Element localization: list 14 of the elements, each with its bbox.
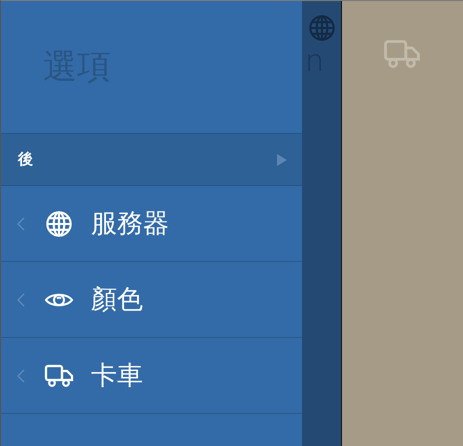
chevron-left-icon bbox=[17, 216, 25, 230]
globe-icon bbox=[45, 210, 73, 238]
chevron-left-icon bbox=[17, 368, 25, 382]
play-arrow-icon bbox=[277, 154, 287, 166]
back-label: 後 bbox=[18, 150, 33, 169]
menu-item-label: 服務器 bbox=[91, 208, 169, 241]
menu-item[interactable]: 服務器 bbox=[1, 186, 302, 262]
back-row[interactable]: 後 bbox=[1, 133, 302, 186]
menu-item-label: 顏色 bbox=[91, 284, 143, 317]
chevron-left-icon bbox=[17, 292, 25, 306]
truck-icon bbox=[382, 39, 420, 70]
menu-item-label: 卡車 bbox=[91, 360, 143, 393]
truck-icon bbox=[44, 364, 74, 388]
globe-icon bbox=[308, 14, 336, 42]
